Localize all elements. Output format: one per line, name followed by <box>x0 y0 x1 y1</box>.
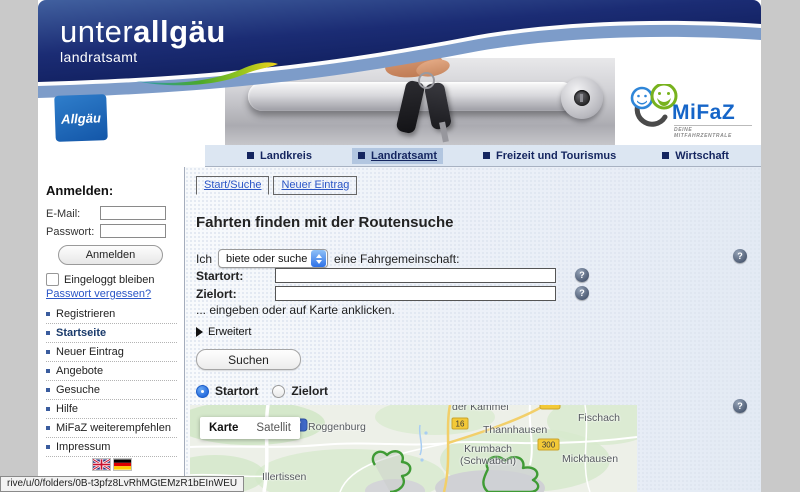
email-input[interactable] <box>100 206 166 220</box>
nav-bullet-icon <box>247 152 254 159</box>
dest-label: Zielort: <box>196 287 237 301</box>
radio-zielort-label: Zielort <box>291 384 328 398</box>
select-arrows-icon <box>311 250 326 267</box>
help-icon-search[interactable]: ? <box>733 249 747 263</box>
door-lock <box>561 77 603 119</box>
password-label: Passwort: <box>46 226 94 238</box>
map-type-satellit-button[interactable]: Satellit <box>247 417 300 439</box>
nav-item-freizeit-tourismus[interactable]: Freizeit und Tourismus <box>477 148 622 164</box>
mifaz-tagline: DEINE MITFAHRZENTRALE <box>674 125 752 139</box>
nav-item-landkreis[interactable]: Landkreis <box>241 148 318 164</box>
map-label-thannhausen: Thannhausen <box>483 424 547 436</box>
nav-item-landratsamt[interactable]: Landratsamt <box>352 148 443 164</box>
help-icon-start[interactable]: ? <box>575 268 589 282</box>
sidebar-item-impressum[interactable]: Impressum <box>46 437 177 457</box>
main-content: Start/Suche Neuer Eintrag Fahrten finden… <box>185 167 761 492</box>
help-icon-dest[interactable]: ? <box>575 286 589 300</box>
svg-text:300: 300 <box>542 441 556 450</box>
bullet-icon <box>46 331 50 335</box>
nav-item-wirtschaft[interactable]: Wirtschaft <box>656 148 735 164</box>
content-tabs: Start/Suche Neuer Eintrag <box>196 176 357 195</box>
uk-flag-icon[interactable] <box>93 459 110 470</box>
stay-logged-in-checkbox[interactable] <box>46 273 59 286</box>
stay-logged-in-label: Eingeloggt bleiben <box>64 274 155 286</box>
login-button[interactable]: Anmelden <box>58 245 163 265</box>
page-title: Fahrten finden mit der Routensuche <box>196 214 454 231</box>
sidebar: Anmelden: E-Mail: Passwort: Anmelden Ein… <box>38 167 185 492</box>
login-heading: Anmelden: <box>46 183 113 198</box>
bullet-icon <box>46 369 50 373</box>
tab-start-suche[interactable]: Start/Suche <box>196 176 269 195</box>
map-type-control: Karte Satellit <box>200 417 300 439</box>
road-badge-300: 300 <box>538 439 559 450</box>
sidebar-menu: Registrieren Startseite Neuer Eintrag An… <box>46 305 177 457</box>
sidebar-item-mifaz-weiterempfehlen[interactable]: MiFaZ weiterempfehlen <box>46 418 177 437</box>
search-button[interactable]: Suchen <box>196 349 301 370</box>
hint-text: ... eingeben oder auf Karte anklicken. <box>196 303 395 317</box>
mode-prefix: Ich <box>196 252 212 266</box>
site-header: unterallgäu landratsamt Allgäu <box>38 0 761 167</box>
mode-select[interactable]: biete oder suche <box>218 249 328 268</box>
mode-row: Ich biete oder suche eine Fahrgemeinscha… <box>196 249 459 268</box>
map-mode-radios: Startort Zielort <box>196 384 328 398</box>
mifaz-logo: MiFaZ DEINE MITFAHRZENTRALE <box>628 84 752 142</box>
email-label: E-Mail: <box>46 208 80 220</box>
road-badge-16: 16 <box>452 418 468 429</box>
forgot-password-link[interactable]: Passwort vergessen? <box>46 288 151 300</box>
main-nav: Landkreis Landratsamt Freizeit und Touri… <box>205 145 761 167</box>
bullet-icon <box>46 388 50 392</box>
mode-select-value: biete oder suche <box>226 253 307 265</box>
sidebar-item-neuer-eintrag[interactable]: Neuer Eintrag <box>46 342 177 361</box>
bullet-icon <box>46 312 50 316</box>
map[interactable]: 7 16 300 der Kammel Roggenburg Thannhaus… <box>190 405 637 492</box>
expand-arrow-icon <box>196 327 203 337</box>
nav-bullet-icon <box>483 152 490 159</box>
bullet-icon <box>46 426 50 430</box>
tab-neuer-eintrag[interactable]: Neuer Eintrag <box>273 176 357 195</box>
radio-startort-label: Startort <box>215 384 258 398</box>
allgau-badge: Allgäu <box>54 94 108 142</box>
map-label-illertissen: Illertissen <box>262 471 306 483</box>
sidebar-item-registrieren[interactable]: Registrieren <box>46 305 177 323</box>
mifaz-name: MiFaZ <box>672 101 735 125</box>
page-background: { "brand": { "title1": "unter", "title2"… <box>0 0 800 492</box>
nav-bullet-icon <box>358 152 365 159</box>
brand-title: unterallgäu <box>60 16 226 47</box>
radio-startort[interactable] <box>196 385 209 398</box>
keyring-icon <box>418 72 435 89</box>
help-icon-map[interactable]: ? <box>733 399 747 413</box>
map-label-kammel: der Kammel <box>452 405 509 413</box>
brand-swoosh-icon <box>134 58 284 86</box>
dest-input[interactable] <box>275 286 556 301</box>
bullet-icon <box>46 407 50 411</box>
bullet-icon <box>46 445 50 449</box>
german-flag-icon[interactable] <box>114 459 131 470</box>
map-label-mickhausen: Mickhausen <box>562 453 618 465</box>
map-label-roggenburg: Roggenburg <box>308 421 366 433</box>
mode-suffix: eine Fahrgemeinschaft: <box>334 252 459 266</box>
start-label: Startort: <box>196 269 243 283</box>
bullet-icon <box>46 350 50 354</box>
nav-bullet-icon <box>662 152 669 159</box>
map-label-krumbach: Krumbach (Schwaben) <box>452 444 524 467</box>
sidebar-item-gesuche[interactable]: Gesuche <box>46 380 177 399</box>
sidebar-item-hilfe[interactable]: Hilfe <box>46 399 177 418</box>
radio-zielort[interactable] <box>272 385 285 398</box>
advanced-toggle[interactable]: Erweitert <box>196 326 251 338</box>
map-type-karte-button[interactable]: Karte <box>200 417 247 439</box>
status-tooltip: rive/u/0/folders/0B-t3pfz8LvRhMGtEMzR1bE… <box>0 476 244 492</box>
map-label-fischach: Fischach <box>578 412 620 424</box>
start-input[interactable] <box>275 268 556 283</box>
svg-text:16: 16 <box>456 420 465 429</box>
sidebar-item-angebote[interactable]: Angebote <box>46 361 177 380</box>
site-page: unterallgäu landratsamt Allgäu <box>38 0 761 492</box>
password-input[interactable] <box>100 224 166 238</box>
sidebar-item-startseite[interactable]: Startseite <box>46 323 177 342</box>
